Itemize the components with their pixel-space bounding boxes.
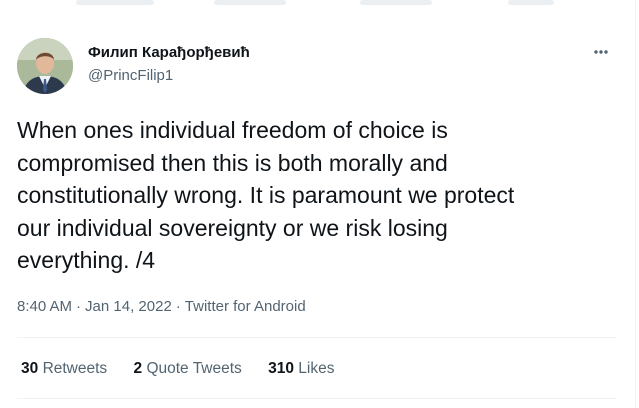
quote-tweets-count: 2: [133, 360, 143, 377]
more-options-button[interactable]: [588, 44, 614, 60]
retweets-label: Retweets: [42, 360, 108, 377]
avatar[interactable]: [17, 38, 73, 94]
tweet-text: When ones individual freedom of choice i…: [17, 117, 515, 273]
likes-stat[interactable]: 310 Likes: [268, 360, 334, 377]
cropped-action-bar: [0, 0, 639, 10]
avatar-photo: [17, 38, 73, 94]
likes-label: Likes: [298, 360, 335, 377]
tweet-source[interactable]: Twitter for Android: [185, 298, 306, 315]
engagement-stats: 30 Retweets 2 Quote Tweets 310 Likes: [21, 360, 356, 378]
likes-count: 310: [268, 360, 294, 377]
retweets-stat[interactable]: 30 Retweets: [21, 360, 107, 377]
divider: [17, 398, 617, 399]
author-handle[interactable]: @PrincFilip1: [88, 67, 173, 85]
author-display-name[interactable]: Филип Карађорђевић: [88, 44, 250, 62]
meta-separator: ·: [76, 298, 82, 315]
divider: [17, 337, 617, 338]
quote-tweets-stat[interactable]: 2 Quote Tweets: [134, 360, 242, 377]
quote-tweets-label: Quote Tweets: [146, 360, 242, 377]
tweet-date[interactable]: Jan 14, 2022: [85, 298, 172, 315]
tweet-time[interactable]: 8:40 AM: [17, 298, 72, 315]
more-horizontal-icon: [594, 50, 608, 54]
retweets-count: 30: [21, 360, 39, 377]
column-border: [635, 0, 636, 408]
tweet-metadata: 8:40 AM · Jan 14, 2022 · Twitter for Android: [17, 298, 306, 316]
meta-separator: ·: [175, 298, 181, 315]
